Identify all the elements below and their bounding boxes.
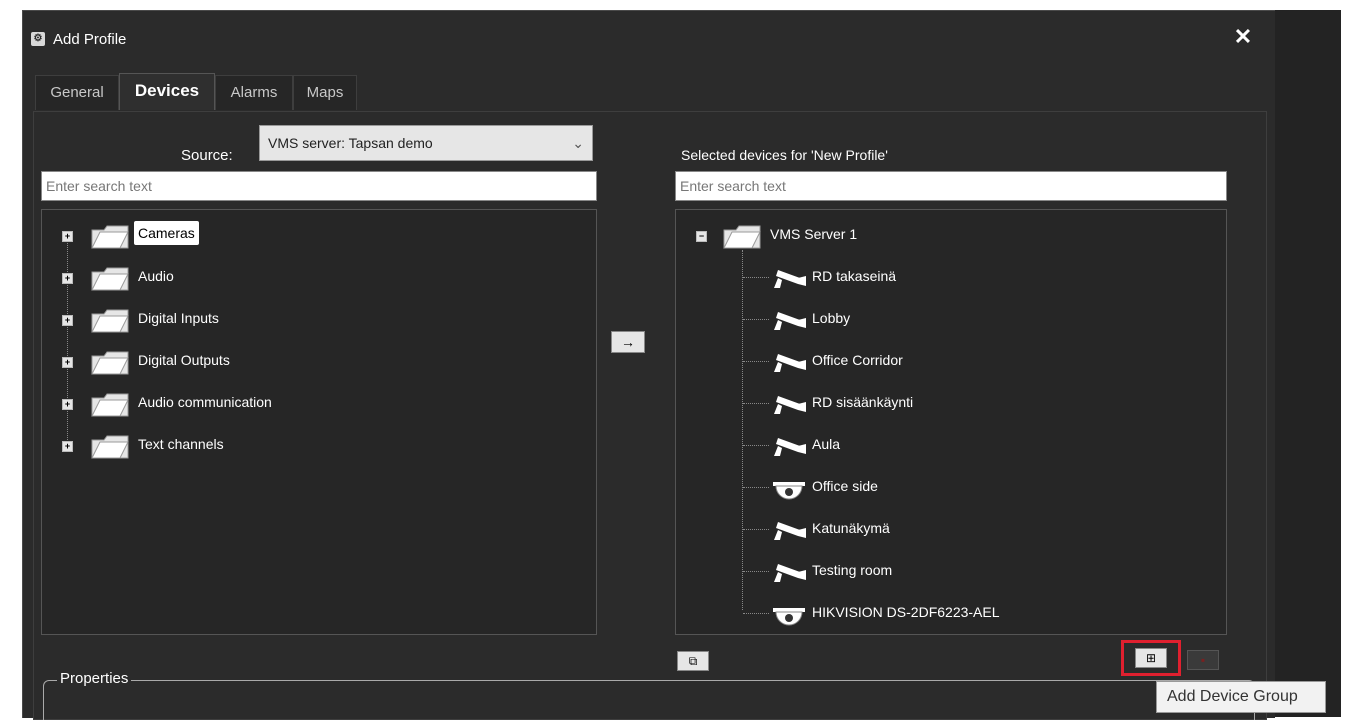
tree-connector <box>743 361 769 363</box>
device-item[interactable]: Testing room <box>676 554 1228 588</box>
device-item[interactable]: RD sisäänkäynti <box>676 386 1228 420</box>
tree-connector <box>743 445 769 447</box>
bullet-camera-icon <box>774 438 806 456</box>
device-item[interactable]: RD takaseinä <box>676 260 1228 294</box>
profile-gear-icon: ⚙ <box>31 32 45 46</box>
selected-devices-title: Selected devices for 'New Profile' <box>681 147 888 163</box>
background-pane <box>1274 10 1341 717</box>
add-device-group-button[interactable]: ⊞ <box>1135 648 1167 668</box>
tree-node-vms-server[interactable]: − VMS Server 1 <box>676 218 1228 252</box>
tooltip: Add Device Group <box>1156 681 1326 713</box>
open-in-window-button[interactable]: ⧉ <box>677 651 709 671</box>
bullet-camera-icon <box>774 522 806 540</box>
source-label: Source: <box>181 147 233 164</box>
bullet-camera-icon <box>774 312 806 330</box>
folder-icon <box>91 225 129 249</box>
folder-icon <box>723 225 761 249</box>
tab-alarms[interactable]: Alarms <box>215 75 293 110</box>
tab-devices[interactable]: Devices <box>119 73 215 110</box>
add-profile-dialog: ⚙ Add Profile ✕ General Devices Alarms M… <box>22 10 1275 720</box>
device-item[interactable]: HIKVISION DS-2DF6223-AEL <box>676 596 1228 630</box>
source-select[interactable]: VMS server: Tapsan demo ⌄ <box>259 125 593 161</box>
dome-camera-icon <box>773 482 805 500</box>
folder-icon <box>91 267 129 291</box>
source-tree: + Cameras + Audio + Digital Inputs + Dig… <box>41 209 597 635</box>
tab-maps[interactable]: Maps <box>293 75 357 110</box>
device-label: Katunäkymä <box>812 520 890 536</box>
tree-node-label: Audio <box>138 268 174 284</box>
tree-node-cameras[interactable]: + Cameras <box>42 218 598 252</box>
expand-plus-icon[interactable]: + <box>62 441 73 452</box>
tree-node-label: Text channels <box>138 436 224 452</box>
source-search-input[interactable] <box>41 171 597 201</box>
bullet-camera-icon <box>774 564 806 582</box>
collapse-minus-icon[interactable]: − <box>696 231 707 242</box>
expand-plus-icon[interactable]: + <box>62 315 73 326</box>
device-label: RD takaseinä <box>812 268 897 284</box>
expand-plus-icon[interactable]: + <box>62 357 73 368</box>
device-label: HIKVISION DS-2DF6223-AEL <box>812 604 1000 620</box>
close-icon[interactable]: ✕ <box>1231 25 1255 49</box>
add-selected-button[interactable]: → <box>611 331 645 353</box>
folder-icon <box>91 309 129 333</box>
tree-connector <box>743 277 769 279</box>
device-label: Lobby <box>812 310 851 326</box>
tree-node-audio-communication[interactable]: + Audio communication <box>42 386 598 420</box>
dialog-titlebar: ⚙ Add Profile ✕ <box>23 11 1275 67</box>
remove-device-button: ▪ <box>1187 650 1219 670</box>
device-item[interactable]: Office side <box>676 470 1228 504</box>
tree-node-audio[interactable]: + Audio <box>42 260 598 294</box>
folder-icon <box>91 393 129 417</box>
tree-connector <box>743 529 769 531</box>
tree-node-digital-inputs[interactable]: + Digital Inputs <box>42 302 598 336</box>
device-label: Aula <box>812 436 841 452</box>
expand-plus-icon[interactable]: + <box>62 273 73 284</box>
device-item[interactable]: Lobby <box>676 302 1228 336</box>
tree-connector <box>743 613 769 615</box>
folder-icon <box>91 435 129 459</box>
tree-connector <box>743 319 769 321</box>
bullet-camera-icon <box>774 270 806 288</box>
device-label: RD sisäänkäynti <box>812 394 914 410</box>
selected-search-input[interactable] <box>675 171 1227 201</box>
expand-plus-icon[interactable]: + <box>62 231 73 242</box>
tree-node-text-channels[interactable]: + Text channels <box>42 428 598 462</box>
tree-node-digital-outputs[interactable]: + Digital Outputs <box>42 344 598 378</box>
selected-devices-tree: − VMS Server 1 RD takaseinä Lobby Office C… <box>675 209 1227 635</box>
properties-label: Properties <box>57 670 132 687</box>
tree-node-label: Audio communication <box>138 394 272 410</box>
device-item[interactable]: Office Corridor <box>676 344 1228 378</box>
tree-connector <box>743 571 769 573</box>
device-label: Office side <box>812 478 878 494</box>
chevron-down-icon: ⌄ <box>572 135 584 151</box>
device-item[interactable]: Aula <box>676 428 1228 462</box>
tree-node-label: VMS Server 1 <box>770 226 858 242</box>
screenshot-frame: ⚙ Add Profile ✕ General Devices Alarms M… <box>0 0 1349 720</box>
tab-general[interactable]: General <box>35 75 119 110</box>
dialog-title: Add Profile <box>53 31 127 48</box>
properties-group <box>43 680 1255 720</box>
bullet-camera-icon <box>774 354 806 372</box>
tree-node-label: Cameras <box>134 221 199 245</box>
tree-node-label: Digital Outputs <box>138 352 230 368</box>
tree-connector <box>743 403 769 405</box>
device-label: Office Corridor <box>812 352 903 368</box>
expand-plus-icon[interactable]: + <box>62 399 73 410</box>
tree-node-label: Digital Inputs <box>138 310 219 326</box>
source-select-value: VMS server: Tapsan demo <box>268 135 433 151</box>
device-label: Testing room <box>812 562 893 578</box>
bullet-camera-icon <box>774 396 806 414</box>
tree-connector <box>743 487 769 489</box>
folder-icon <box>91 351 129 375</box>
device-item[interactable]: Katunäkymä <box>676 512 1228 546</box>
dome-camera-icon <box>773 608 805 626</box>
